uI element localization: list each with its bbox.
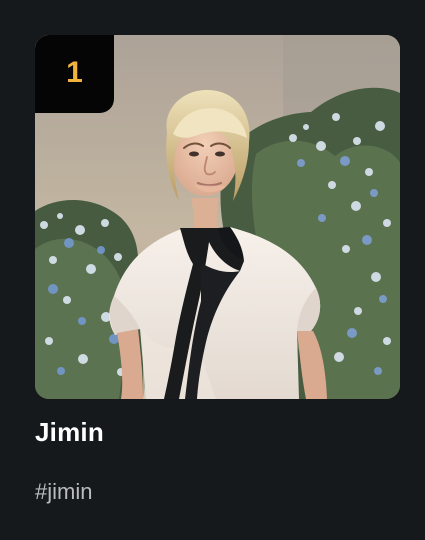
ranking-card[interactable]: 1 Jimin #jimin (0, 0, 425, 540)
rank-badge: 1 (35, 35, 114, 113)
artist-name[interactable]: Jimin (35, 416, 104, 448)
artist-hashtag[interactable]: #jimin (35, 478, 92, 506)
rank-number: 1 (66, 56, 83, 89)
